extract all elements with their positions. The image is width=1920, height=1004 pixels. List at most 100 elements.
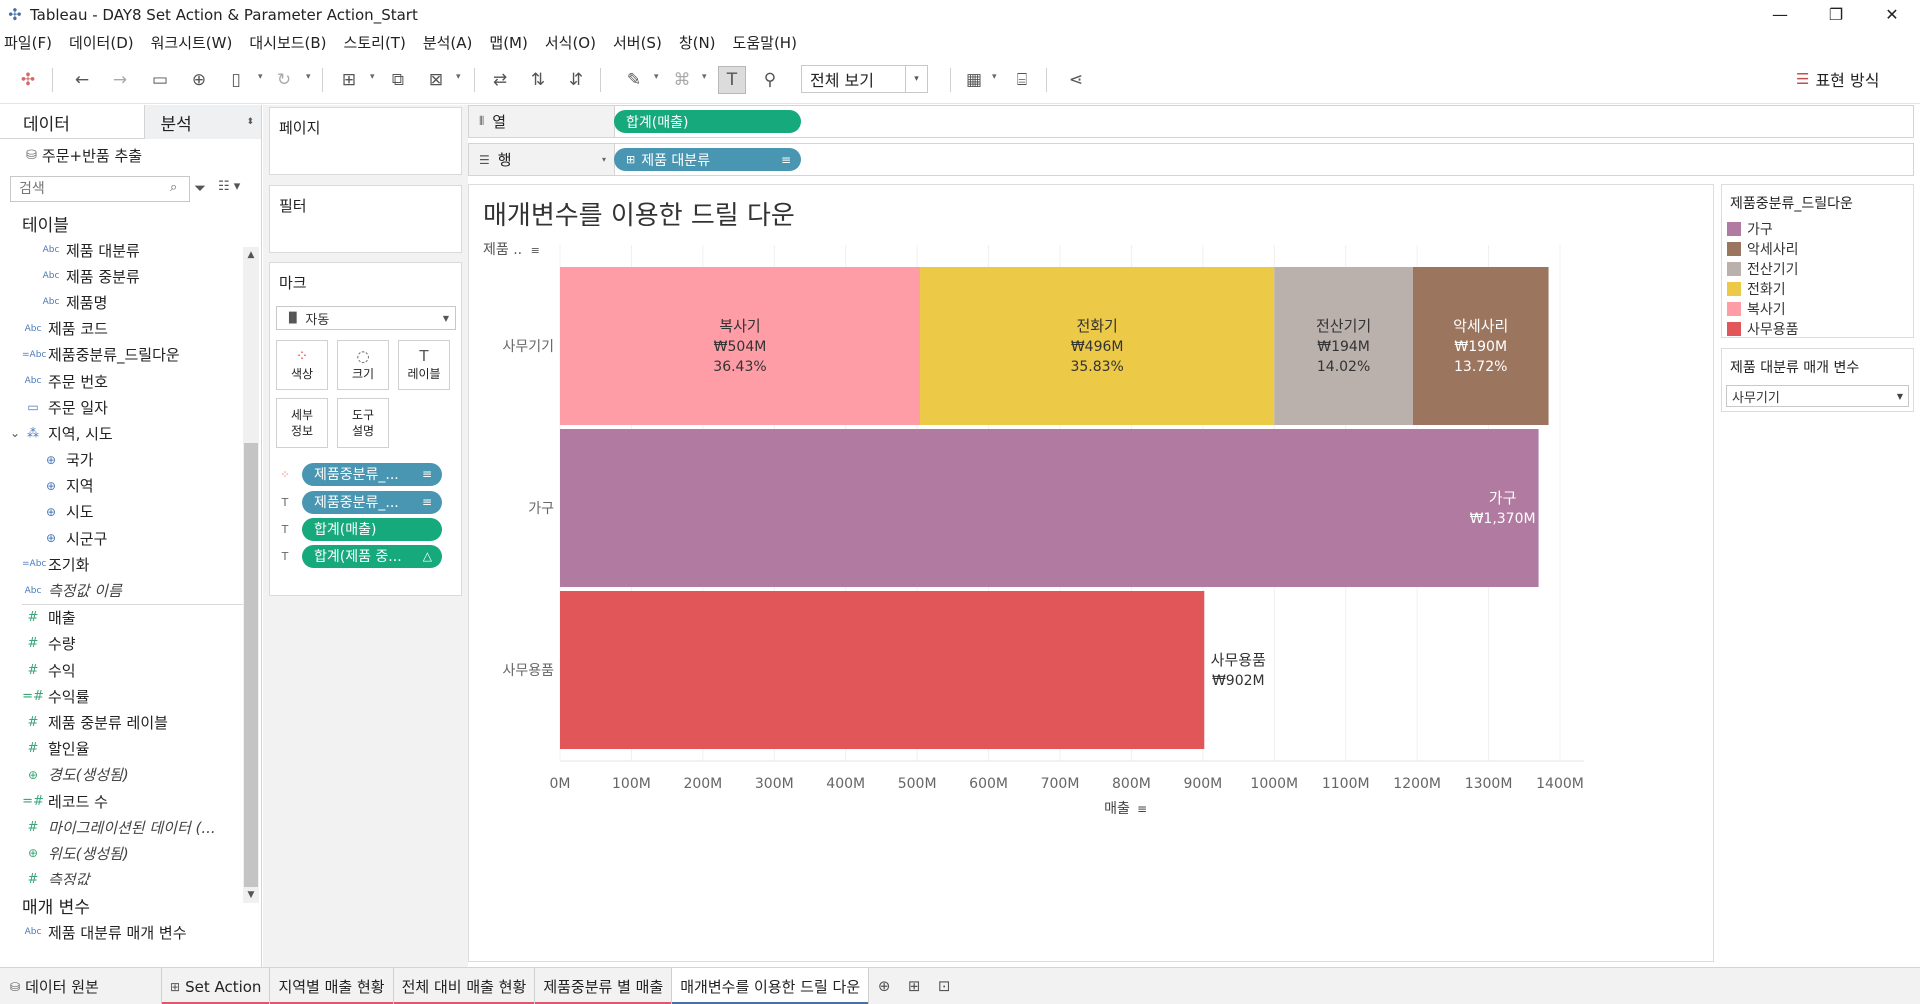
- menu-data[interactable]: 데이터(D): [69, 32, 134, 53]
- swap-icon[interactable]: ⇄: [486, 66, 514, 94]
- legend-item[interactable]: 사무용품: [1722, 319, 1913, 339]
- pages-card[interactable]: 페이지: [269, 107, 462, 175]
- marks-pill-label-3[interactable]: 합계(제품 중... △: [302, 544, 442, 568]
- view-mode-select[interactable]: 전체 보기 ▾: [801, 65, 928, 93]
- search-icon[interactable]: ⌕: [170, 180, 177, 195]
- scrollbar-thumb[interactable]: [244, 443, 258, 887]
- tab-data[interactable]: 데이터: [0, 105, 144, 139]
- measure-field[interactable]: # 매출: [0, 605, 261, 631]
- duplicate-sheet-icon[interactable]: ⧉: [384, 66, 412, 94]
- legend-item[interactable]: 가구: [1722, 219, 1913, 239]
- sheet-tab[interactable]: 지역별 매출 현황: [270, 968, 394, 1004]
- row-header-label[interactable]: 제품 .. ≡: [483, 239, 540, 259]
- measure-field[interactable]: # 측정값: [0, 867, 261, 885]
- redo-icon[interactable]: →: [106, 66, 134, 94]
- chevron-down-icon[interactable]: ▾: [370, 72, 375, 82]
- menu-format[interactable]: 서식(O): [545, 32, 596, 53]
- dimension-field[interactable]: Abc 제품명: [0, 289, 261, 315]
- label-button[interactable]: T 레이블: [398, 340, 450, 390]
- dimension-field[interactable]: ⊕ 시도: [0, 499, 261, 525]
- dimension-field[interactable]: Abc 측정값 이름: [0, 577, 261, 603]
- parameter-item[interactable]: Abc 제품 대분류 매개 변수: [0, 919, 261, 945]
- measure-field[interactable]: ⊕ 경도(생성됨): [0, 762, 261, 788]
- close-icon[interactable]: ✕: [1864, 0, 1920, 29]
- measure-field[interactable]: # 수량: [0, 631, 261, 657]
- measure-field[interactable]: ⊕ 위도(생성됨): [0, 840, 261, 866]
- measure-field[interactable]: # 할인율: [0, 736, 261, 762]
- legend-item[interactable]: 악세사리: [1722, 239, 1913, 259]
- dimension-field[interactable]: Abc 제품 중분류: [0, 263, 261, 289]
- mark-type-select[interactable]: ▐▌ 자동 ▼: [276, 306, 456, 330]
- dimension-field[interactable]: =Abc 조기화: [0, 551, 261, 577]
- row-category-label[interactable]: 사무기기: [502, 339, 554, 355]
- chevron-down-icon[interactable]: ▾: [654, 72, 659, 82]
- row-category-label[interactable]: 가구: [528, 501, 554, 517]
- share-icon[interactable]: ⋖: [1062, 66, 1090, 94]
- scroll-down-icon[interactable]: ▼: [243, 887, 259, 903]
- bar-segment[interactable]: [560, 591, 1205, 749]
- undo-icon[interactable]: ←: [68, 66, 96, 94]
- highlight-icon[interactable]: ✎: [620, 66, 648, 94]
- chevron-down-icon[interactable]: ▾: [306, 72, 311, 82]
- save-icon[interactable]: ▭: [146, 66, 174, 94]
- measure-field[interactable]: # 마이그레이션된 데이터 (...: [0, 814, 261, 840]
- bar-segment[interactable]: [560, 429, 1539, 587]
- measure-field[interactable]: # 수익: [0, 657, 261, 683]
- tab-analysis[interactable]: 분석 ⬍: [144, 105, 261, 139]
- chevron-down-icon[interactable]: ▾: [456, 72, 461, 82]
- dimension-field[interactable]: ⊕ 국가: [0, 447, 261, 473]
- rows-pill[interactable]: ⊞ 제품 대분류 ≡: [614, 148, 801, 171]
- new-dashboard-icon[interactable]: ⊞: [899, 968, 929, 1004]
- view-options-icon[interactable]: ☷ ▾: [218, 179, 240, 194]
- sort-icon[interactable]: ≡: [1137, 802, 1147, 816]
- presentation-icon[interactable]: ⌸: [1008, 66, 1036, 94]
- marks-pill-label-1[interactable]: 제품중분류_... ≡: [302, 490, 442, 514]
- menu-window[interactable]: 창(N): [679, 32, 716, 53]
- filter-icon[interactable]: ⏷: [194, 179, 206, 197]
- chevron-down-icon[interactable]: ▾: [992, 72, 997, 82]
- minimize-icon[interactable]: —: [1752, 0, 1808, 29]
- legend-item[interactable]: 복사기: [1722, 299, 1913, 319]
- tableau-home-icon[interactable]: ✣: [14, 66, 42, 94]
- sort-descending-icon[interactable]: ⇵: [562, 66, 590, 94]
- marks-pill-color[interactable]: 제품중분류_... ≡: [302, 462, 442, 486]
- dimension-field[interactable]: =Abc 제품중분류_드릴다운: [0, 342, 261, 368]
- chevron-down-icon[interactable]: ▾: [702, 72, 707, 82]
- sort-ascending-icon[interactable]: ⇅: [524, 66, 552, 94]
- menu-server[interactable]: 서버(S): [613, 32, 662, 53]
- collapse-icon[interactable]: ⌄: [10, 426, 20, 440]
- measure-field[interactable]: =# 수익률: [0, 683, 261, 709]
- menu-story[interactable]: 스토리(T): [344, 32, 406, 53]
- measure-field[interactable]: # 제품 중분류 레이블: [0, 709, 261, 735]
- parameter-select[interactable]: 사무기기 ▼: [1726, 385, 1909, 407]
- dimension-field[interactable]: ▭ 주문 일자: [0, 394, 261, 420]
- show-labels-icon[interactable]: T: [718, 66, 746, 94]
- row-category-label[interactable]: 사무용품: [502, 663, 554, 679]
- menu-map[interactable]: 맵(M): [489, 32, 527, 53]
- measure-field[interactable]: =# 레코드 수: [0, 788, 261, 814]
- sheet-tab[interactable]: 매개변수를 이용한 드릴 다운: [672, 968, 870, 1004]
- chevron-down-icon[interactable]: ▾: [258, 72, 263, 82]
- data-pane-scrollbar[interactable]: ▲ ▼: [243, 247, 259, 903]
- legend-item[interactable]: 전화기: [1722, 279, 1913, 299]
- menu-worksheet[interactable]: 워크시트(W): [151, 32, 233, 53]
- tooltip-button[interactable]: 도구 설명: [337, 398, 389, 448]
- sheet-tab[interactable]: 제품중분류 별 매출: [535, 968, 673, 1004]
- refresh-icon[interactable]: ↻: [270, 66, 298, 94]
- detail-button[interactable]: 세부 정보: [276, 398, 328, 448]
- legend-item[interactable]: 전산기기: [1722, 259, 1913, 279]
- new-worksheet-icon[interactable]: ⊞: [335, 66, 363, 94]
- menu-dashboard[interactable]: 대시보드(B): [249, 32, 326, 53]
- color-button[interactable]: ⁘ 색상: [276, 340, 328, 390]
- pause-updates-icon[interactable]: ▯: [222, 66, 250, 94]
- dimension-field[interactable]: ⊕ 시군구: [0, 525, 261, 551]
- restore-icon[interactable]: ❐: [1808, 0, 1864, 29]
- rows-shelf[interactable]: ☰ 행 ▾ ⊞ 제품 대분류 ≡: [468, 143, 1914, 176]
- new-story-icon[interactable]: ⊡: [929, 968, 959, 1004]
- dimension-field[interactable]: Abc 제품 대분류: [0, 237, 261, 263]
- show-cards-icon[interactable]: ▦: [960, 66, 988, 94]
- menu-help[interactable]: 도움말(H): [733, 32, 797, 53]
- datasource-tab[interactable]: ⛁ 데이터 원본: [0, 968, 162, 1004]
- sheet-tab[interactable]: 전체 대비 매출 현황: [393, 968, 536, 1004]
- size-button[interactable]: ◌ 크기: [337, 340, 389, 390]
